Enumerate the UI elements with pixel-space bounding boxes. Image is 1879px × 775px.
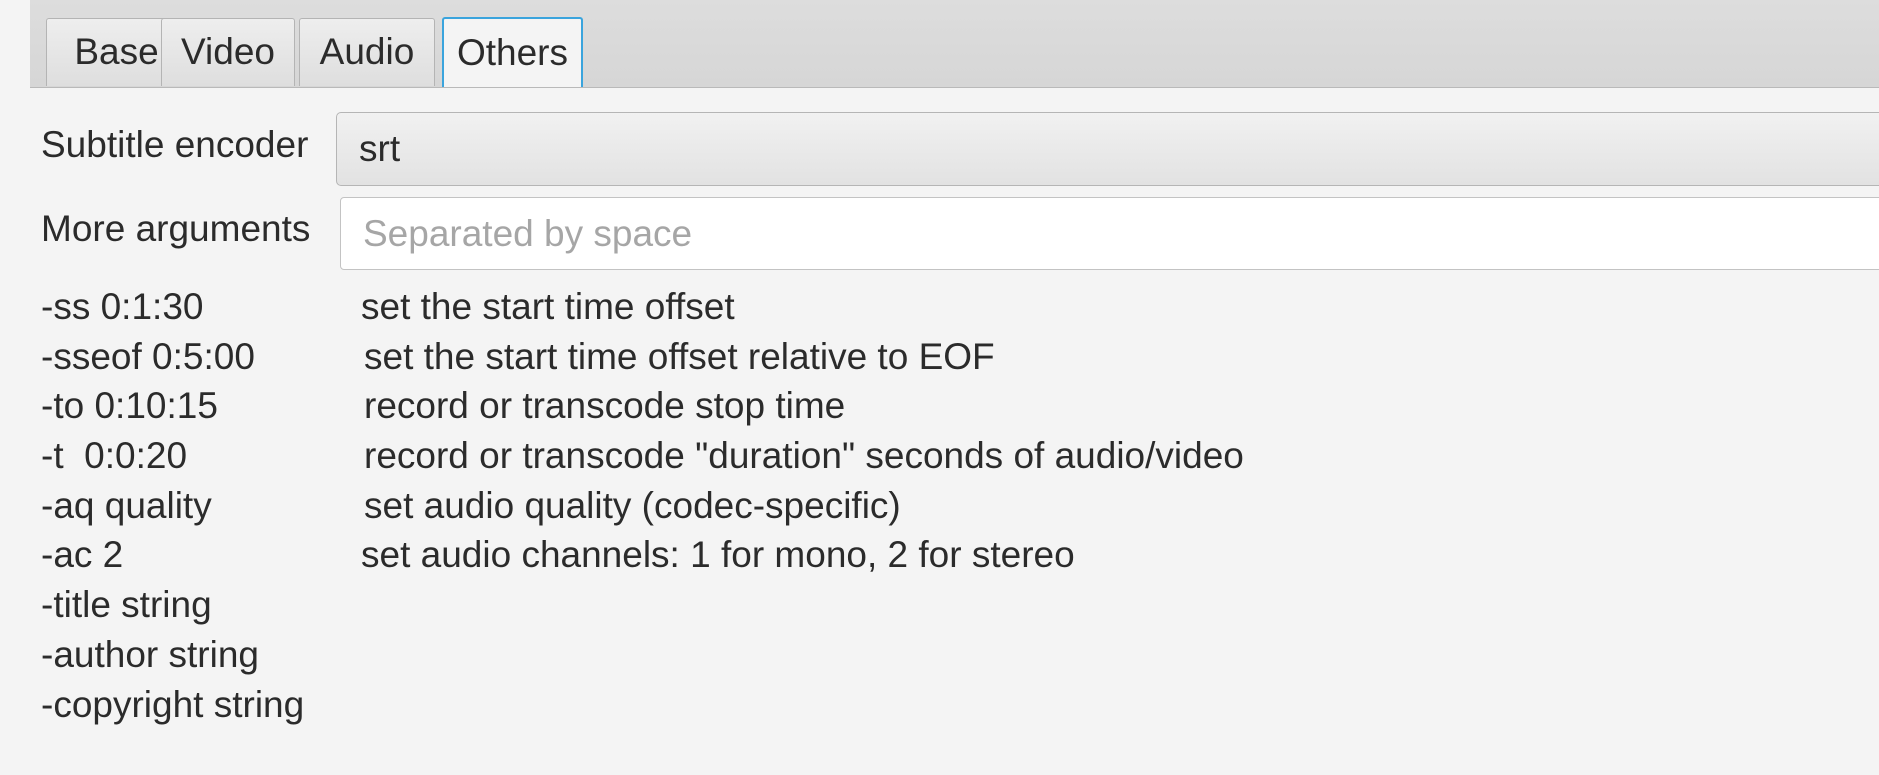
argument-help-list: -ss 0:1:30 set the start time offset -ss… [41, 282, 1541, 729]
tab-bar: Base Video Audio Others [30, 0, 1879, 88]
help-row: -author string [41, 630, 1541, 680]
more-arguments-input[interactable] [340, 197, 1879, 270]
help-description: set the start time offset relative to EO… [364, 335, 995, 377]
tab-audio[interactable]: Audio [299, 18, 435, 86]
help-description: record or transcode stop time [364, 385, 846, 427]
help-description: set audio channels: 1 for mono, 2 for st… [361, 534, 1075, 576]
help-option: -to 0:10:15 [41, 385, 218, 427]
subtitle-encoder-label: Subtitle encoder [41, 124, 309, 165]
help-row: -to 0:10:15 record or transcode stop tim… [41, 381, 1541, 431]
subtitle-encoder-select[interactable]: srt [336, 112, 1879, 186]
settings-window: Base Video Audio Others Subtitle encoder… [0, 0, 1879, 775]
help-row: -copyright string [41, 680, 1541, 730]
help-option: -title string [41, 584, 212, 626]
tab-others[interactable]: Others [442, 17, 583, 87]
help-row: -ac 2 set audio channels: 1 for mono, 2 … [41, 530, 1541, 580]
help-description: set the start time offset [361, 286, 735, 327]
help-description: set audio quality (codec-specific) [364, 484, 901, 526]
tab-video[interactable]: Video [161, 18, 295, 86]
more-arguments-label: More arguments [41, 208, 311, 249]
help-option: -t 0:0:20 [41, 435, 188, 477]
help-row: -title string [41, 580, 1541, 630]
help-row: -aq quality set audio quality (codec-spe… [41, 481, 1541, 531]
help-description: record or transcode "duration" seconds o… [364, 435, 1244, 477]
help-option: -copyright string [41, 683, 305, 725]
help-option: -aq quality [41, 484, 212, 526]
help-row: -sseof 0:5:00 set the start time offset … [41, 332, 1541, 382]
help-row: -ss 0:1:30 set the start time offset [41, 282, 1541, 332]
help-row: -t 0:0:20 record or transcode "duration"… [41, 431, 1541, 481]
help-option: -ss 0:1:30 [41, 286, 204, 327]
help-option: -author string [41, 633, 259, 675]
help-option: -ac 2 [41, 534, 124, 576]
help-option: -sseof 0:5:00 [41, 335, 255, 377]
